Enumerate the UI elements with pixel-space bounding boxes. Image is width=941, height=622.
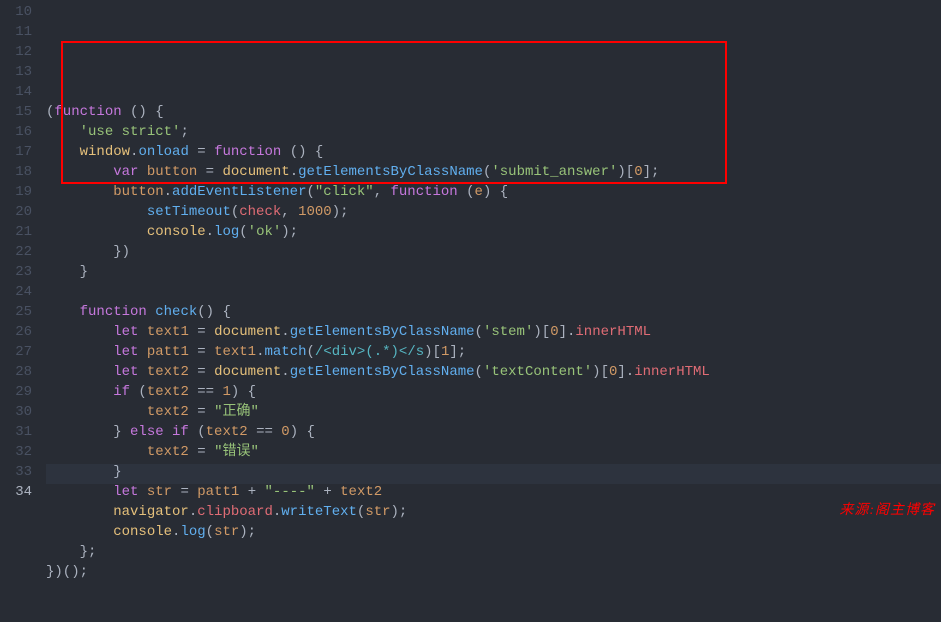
code-line: }; <box>46 542 941 562</box>
code-line: window.onload = function () { <box>46 142 941 162</box>
line-number: 34 <box>0 482 32 502</box>
line-number: 16 <box>0 122 32 142</box>
line-number: 33 <box>0 462 32 482</box>
line-number: 15 <box>0 102 32 122</box>
code-lines: (function () { 'use strict'; window.onlo… <box>46 82 941 582</box>
code-line: console.log('ok'); <box>46 222 941 242</box>
code-line: function check() { <box>46 302 941 322</box>
line-number: 19 <box>0 182 32 202</box>
code-line: setTimeout(check, 1000); <box>46 202 941 222</box>
line-number: 20 <box>0 202 32 222</box>
line-number-gutter: 1011121314151617181920212223242526272829… <box>0 2 46 525</box>
code-line: let text2 = document.getElementsByClassN… <box>46 362 941 382</box>
code-line: let text1 = document.getElementsByClassN… <box>46 322 941 342</box>
line-number: 26 <box>0 322 32 342</box>
line-number: 12 <box>0 42 32 62</box>
line-number: 30 <box>0 402 32 422</box>
code-line: var button = document.getElementsByClass… <box>46 162 941 182</box>
line-number: 28 <box>0 362 32 382</box>
line-number: 10 <box>0 2 32 22</box>
line-number: 23 <box>0 262 32 282</box>
code-editor[interactable]: 1011121314151617181920212223242526272829… <box>0 0 941 525</box>
line-number: 31 <box>0 422 32 442</box>
code-line: console.log(str); <box>46 522 941 542</box>
line-number: 17 <box>0 142 32 162</box>
code-line: (function () { <box>46 102 941 122</box>
line-number: 27 <box>0 342 32 362</box>
code-line: })(); <box>46 562 941 582</box>
line-number: 24 <box>0 282 32 302</box>
code-line: text2 = "错误" <box>46 442 941 462</box>
code-line: navigator.clipboard.writeText(str); <box>46 502 941 522</box>
code-line <box>46 82 941 102</box>
line-number: 25 <box>0 302 32 322</box>
code-line: let str = patt1 + "----" + text2 <box>46 482 941 502</box>
line-number: 13 <box>0 62 32 82</box>
line-number: 22 <box>0 242 32 262</box>
line-number: 21 <box>0 222 32 242</box>
watermark: 来源:阁主博客 <box>839 501 935 521</box>
code-line: } <box>46 462 941 482</box>
code-line: text2 = "正确" <box>46 402 941 422</box>
line-number: 11 <box>0 22 32 42</box>
code-line: if (text2 == 1) { <box>46 382 941 402</box>
code-line: }) <box>46 242 941 262</box>
code-line: } <box>46 262 941 282</box>
code-line: 'use strict'; <box>46 122 941 142</box>
line-number: 32 <box>0 442 32 462</box>
code-line: } else if (text2 == 0) { <box>46 422 941 442</box>
code-area[interactable]: (function () { 'use strict'; window.onlo… <box>46 2 941 525</box>
code-line <box>46 282 941 302</box>
line-number: 18 <box>0 162 32 182</box>
code-line: button.addEventListener("click", functio… <box>46 182 941 202</box>
code-line: let patt1 = text1.match(/<div>(.*)</s)[1… <box>46 342 941 362</box>
line-number: 14 <box>0 82 32 102</box>
line-number: 29 <box>0 382 32 402</box>
